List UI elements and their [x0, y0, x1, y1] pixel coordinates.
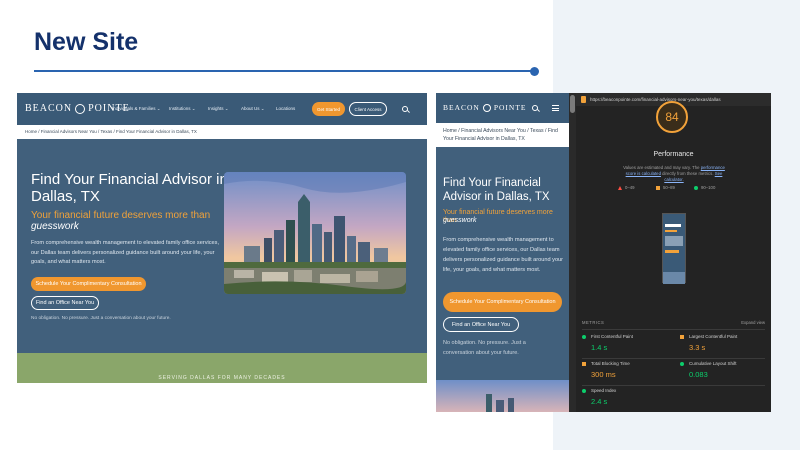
metric-cls: Cumulative Layout Shift 0.083: [680, 361, 770, 379]
expand-view-toggle[interactable]: Expand view: [741, 320, 765, 325]
mobile-viewport: BEACON POINTE Home / Financial Advisors …: [436, 93, 569, 412]
report-url: https://beaconpointe.com/financial-advis…: [590, 97, 721, 102]
pass-circle-icon: [582, 388, 586, 393]
legend-pass: 90–100: [694, 185, 715, 190]
metric-value: 1.4 s: [591, 343, 608, 352]
hero-note: No obligation. No pressure. Just a conve…: [443, 340, 526, 356]
dallas-skyline-image: [224, 172, 406, 294]
metric-value: 2.4 s: [591, 397, 608, 406]
score-note-text: Values are estimated and may vary. The: [623, 165, 700, 170]
title-underline-dot: [530, 66, 539, 76]
performance-score-gauge: 84: [656, 101, 688, 133]
dallas-skyline-image: [436, 380, 569, 412]
search-icon[interactable]: [532, 105, 538, 111]
metrics-header: METRICS: [582, 320, 605, 325]
get-started-button[interactable]: Get Started: [312, 102, 345, 116]
nav-item-about-us[interactable]: About Us ⌄: [241, 106, 265, 112]
metric-name: Cumulative Layout Shift: [689, 361, 737, 366]
pass-circle-icon: [694, 185, 698, 190]
footer-band-text: SERVING DALLAS FOR MANY DECADES: [158, 375, 286, 381]
metric-value: 3.3 s: [689, 343, 706, 352]
hero-heading: Find Your Financial Advisor in Dallas, T…: [443, 177, 550, 203]
pass-circle-icon: [582, 334, 586, 339]
average-square-icon: [582, 361, 586, 366]
hero-heading: Find Your Financial Advisor in Dallas, T…: [31, 171, 228, 205]
find-office-button[interactable]: Find an Office Near You: [31, 296, 99, 310]
nav-item-individuals[interactable]: Individuals & Families ⌄: [112, 106, 161, 112]
metric-speed-index: Speed Index 2.4 s: [582, 388, 672, 406]
metrics-divider: [582, 329, 765, 330]
legend-average: 50–89: [656, 185, 675, 190]
hero-tagline-emphasis: guesswork: [443, 217, 477, 224]
logo-mark-icon: [482, 103, 491, 112]
metric-tbt: Total Blocking Time 300 ms: [582, 361, 672, 379]
lighthouse-panel: https://beaconpointe.com/financial-advis…: [576, 93, 771, 412]
nav-item-institutions[interactable]: Institutions ⌄: [169, 106, 196, 112]
performance-score: 84: [665, 110, 679, 124]
nav-item-locations[interactable]: Locations: [276, 106, 295, 111]
slide: New Site BEACON POINTE Individuals & Fam…: [0, 0, 800, 450]
slide-title: New Site: [34, 28, 139, 56]
schedule-consultation-button[interactable]: Schedule Your Complimentary Consultation: [443, 292, 562, 312]
hero-body-text: From comprehensive wealth management to …: [443, 237, 564, 273]
hero-tagline-emphasis: guesswork: [31, 221, 79, 232]
logo-mark-icon: [75, 103, 86, 114]
logo-left-text: BEACON: [443, 103, 480, 112]
scrollbar-thumb[interactable]: [570, 95, 575, 113]
metric-lcp: Largest Contentful Paint 3.3 s: [680, 334, 770, 352]
legend-fail: 0–49: [618, 185, 635, 190]
metric-name: First Contentful Paint: [591, 334, 634, 339]
client-access-button[interactable]: Client Access: [349, 102, 387, 116]
fail-triangle-icon: [618, 185, 622, 190]
score-note: Values are estimated and may vary. The p…: [618, 165, 730, 183]
legend-pass-label: 90–100: [701, 185, 716, 190]
average-square-icon: [680, 334, 684, 339]
hero-note: No obligation. No pressure. Just a conve…: [31, 316, 171, 321]
schedule-consultation-button[interactable]: Schedule Your Complimentary Consultation: [31, 277, 146, 291]
lighthouse-icon: [581, 96, 586, 103]
search-icon[interactable]: [402, 106, 408, 112]
mobile-nav-bar: BEACON POINTE: [436, 93, 569, 123]
metric-value: 300 ms: [591, 370, 616, 379]
breadcrumb: Home / Financial Advisors Near You / Tex…: [436, 123, 569, 147]
hero-body-text: From comprehensive wealth management to …: [31, 240, 219, 265]
beacon-pointe-logo[interactable]: BEACON POINTE: [443, 103, 527, 112]
average-square-icon: [656, 185, 660, 190]
nav-item-insights[interactable]: Insights ⌄: [208, 106, 229, 112]
metrics-divider: [582, 385, 765, 386]
title-underline: [34, 70, 533, 72]
page-screenshot-thumbnail: [662, 213, 686, 284]
scrollbar[interactable]: [569, 93, 576, 412]
metrics-divider: [582, 358, 765, 359]
legend-average-label: 50–89: [663, 185, 675, 190]
score-note-mid: directly from these metrics.: [662, 171, 714, 176]
pass-circle-icon: [680, 361, 684, 366]
logo-left-text: BEACON: [25, 103, 73, 114]
metric-name: Total Blocking Time: [591, 361, 630, 366]
desktop-screenshot: BEACON POINTE Individuals & Families ⌄ I…: [17, 93, 427, 383]
metric-fcp: First Contentful Paint 1.4 s: [582, 334, 672, 352]
legend-fail-label: 0–49: [625, 185, 635, 190]
find-office-button[interactable]: Find an Office Near You: [443, 317, 519, 332]
logo-right-text: POINTE: [493, 103, 527, 112]
breadcrumb: Home / Financial Advisors Near You / Tex…: [17, 125, 427, 139]
hero-tagline: Your financial future deserves more than: [31, 210, 211, 221]
mobile-lighthouse-screenshot: BEACON POINTE Home / Financial Advisors …: [436, 93, 771, 412]
metric-value: 0.083: [689, 370, 708, 379]
desktop-nav-bar: BEACON POINTE Individuals & Families ⌄ I…: [17, 93, 427, 125]
menu-icon[interactable]: [552, 105, 559, 111]
metric-name: Speed Index: [591, 388, 617, 393]
category-title: Performance: [653, 151, 694, 158]
metric-name: Largest Contentful Paint: [689, 334, 738, 339]
